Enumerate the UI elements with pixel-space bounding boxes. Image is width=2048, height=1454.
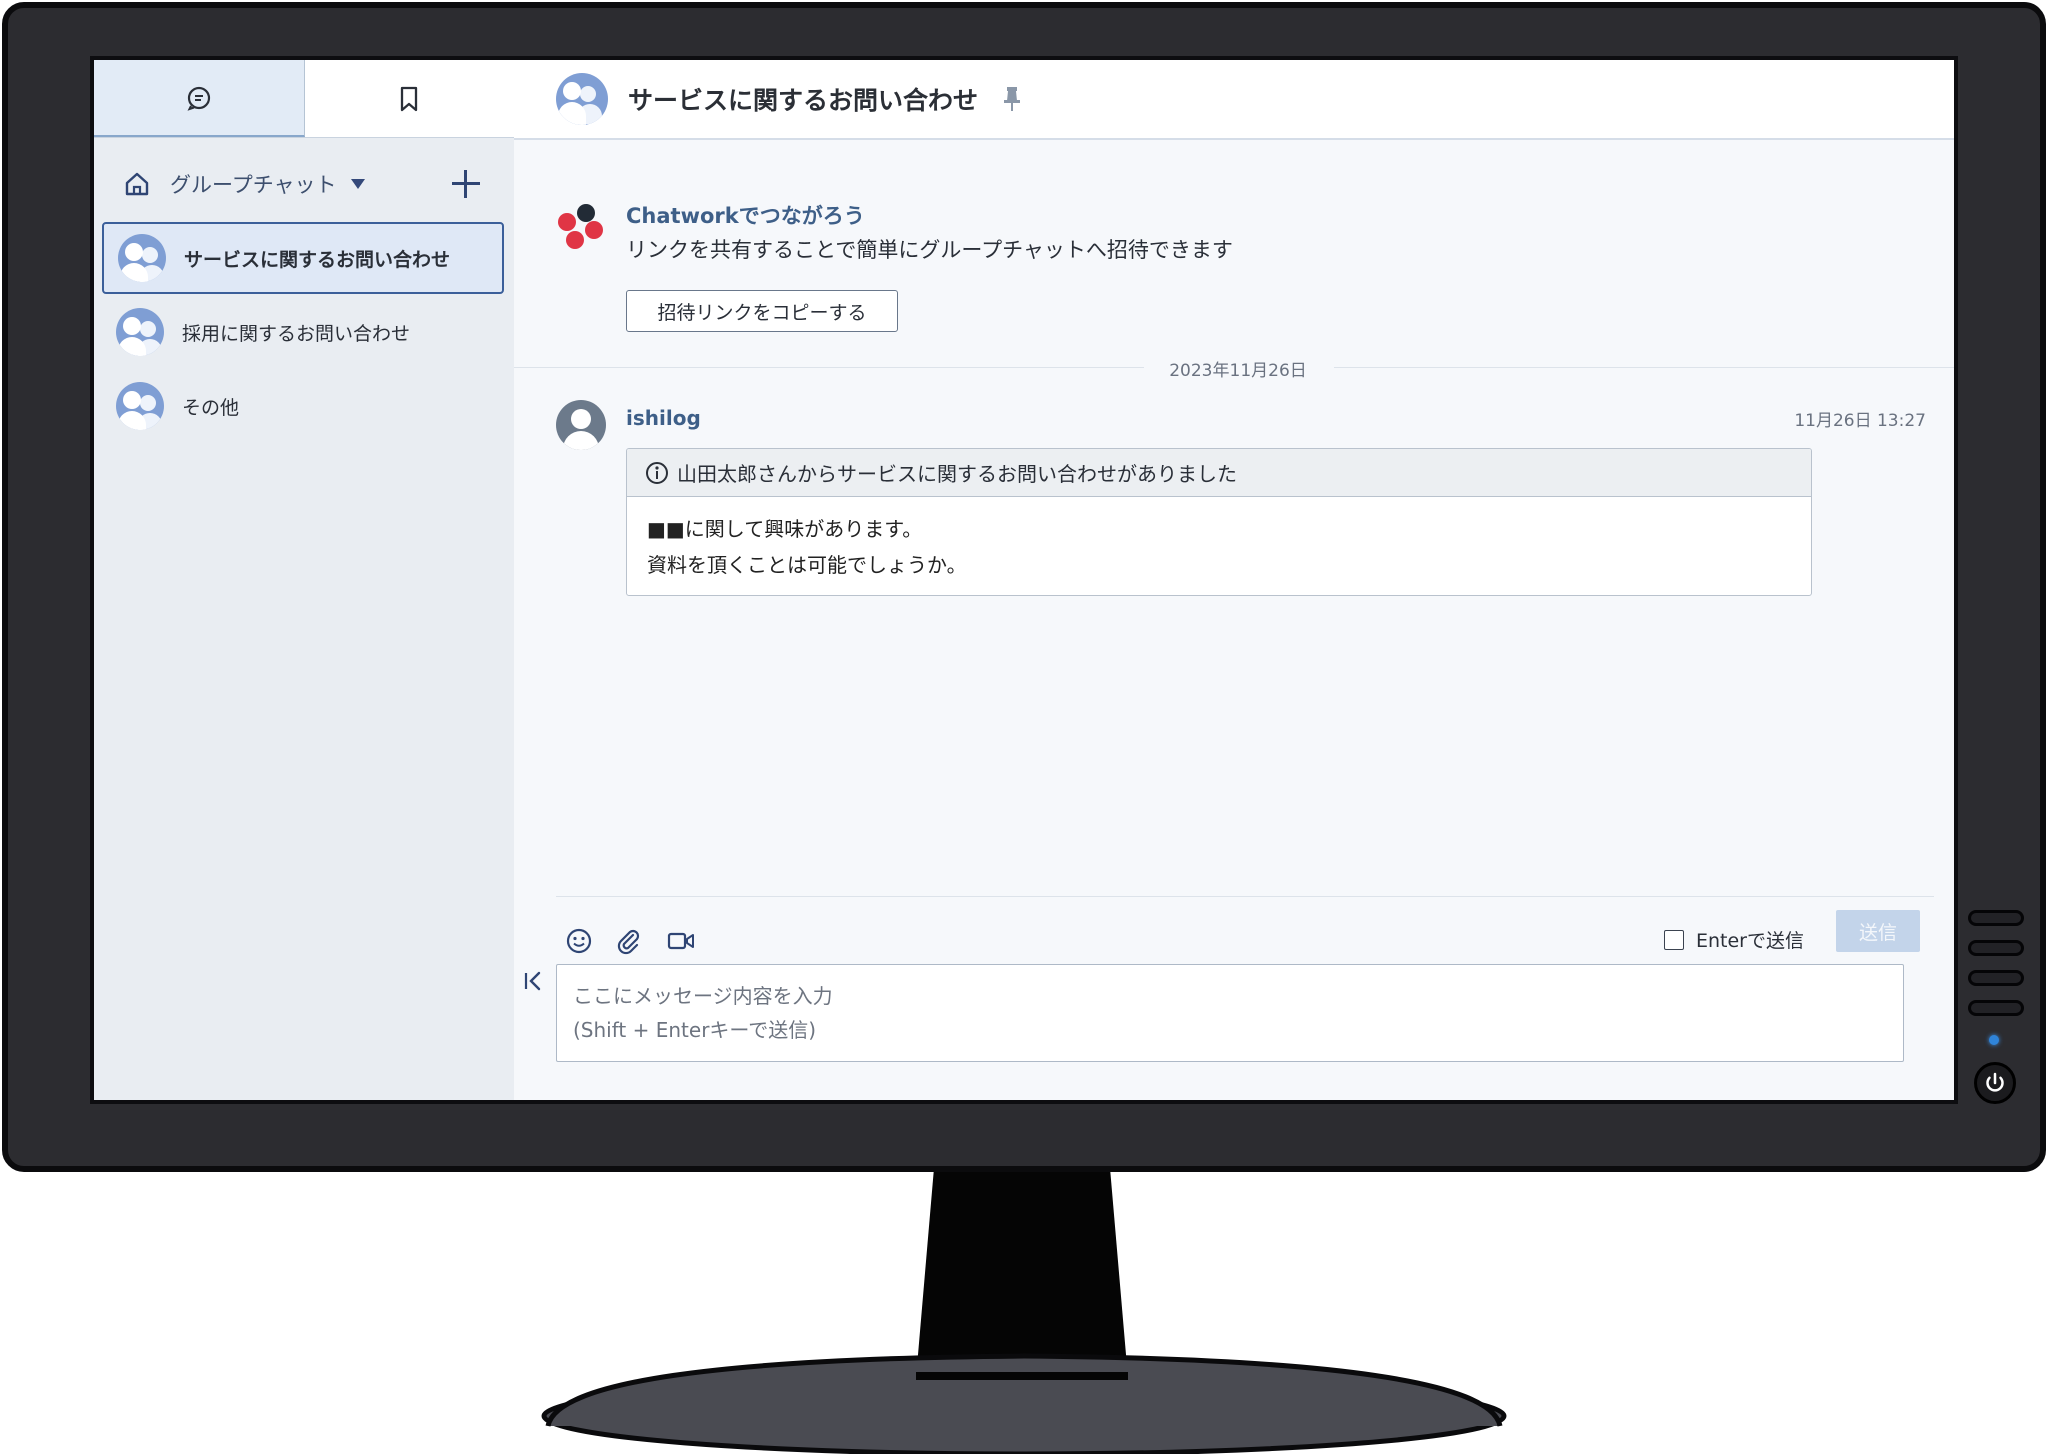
monitor-button[interactable] bbox=[1968, 940, 2024, 956]
group-avatar bbox=[116, 308, 164, 356]
info-box-title: 山田太郎さんからサービスに関するお問い合わせがありました bbox=[677, 462, 1237, 486]
category-dropdown[interactable]: グループチャット bbox=[170, 169, 337, 199]
invite-text: リンクを共有することで簡単にグループチャットへ招待できます bbox=[626, 238, 1233, 262]
room-item-label: サービスに関するお問い合わせ bbox=[184, 248, 451, 271]
bookmark-icon bbox=[401, 86, 418, 111]
screen: グループチャット サービスに関するお問い合わせ 採用に関するお問い合わせ その他… bbox=[90, 56, 1958, 1104]
attachment-icon bbox=[617, 929, 640, 955]
message-line: 資料を頂くことは可能でしょうか。 bbox=[647, 553, 967, 577]
monitor-button[interactable] bbox=[1968, 910, 2024, 926]
emoji-button[interactable] bbox=[564, 926, 594, 956]
message-input[interactable]: ここにメッセージ内容を入力 (Shift + Enterキーで送信) bbox=[556, 964, 1904, 1062]
group-avatar[interactable] bbox=[556, 73, 608, 125]
copy-invite-link-button[interactable]: 招待リンクをコピーする bbox=[626, 290, 898, 332]
info-box-header: 山田太郎さんからサービスに関するお問い合わせがありました bbox=[627, 449, 1811, 497]
power-button[interactable] bbox=[1974, 1062, 2016, 1104]
power-icon bbox=[1986, 1072, 2004, 1092]
message: ishilog 11月26日 13:27 山田太郎さんからサービスに関するお問い… bbox=[556, 400, 1926, 640]
group-avatar bbox=[118, 234, 166, 282]
room-item[interactable]: その他 bbox=[102, 370, 504, 442]
video-call-button[interactable] bbox=[666, 926, 696, 956]
group-avatar bbox=[116, 382, 164, 430]
tab-chats[interactable] bbox=[94, 60, 305, 137]
message-body: ■■に関して興味があります。 資料を頂くことは可能でしょうか。 bbox=[627, 497, 1811, 595]
info-icon bbox=[646, 461, 668, 484]
enter-to-send-checkbox[interactable] bbox=[1664, 929, 1684, 950]
chevron-down-icon[interactable] bbox=[350, 179, 365, 189]
category-header: グループチャット bbox=[122, 160, 502, 208]
monitor-button[interactable] bbox=[1968, 970, 2024, 986]
tab-bookmarks[interactable] bbox=[304, 60, 514, 137]
sidebar: グループチャット サービスに関するお問い合わせ 採用に関するお問い合わせ その他 bbox=[94, 60, 514, 1100]
chat-main: サービスに関するお問い合わせ Chatworkでつながろう リンクを共有すること… bbox=[514, 60, 1954, 1100]
monitor-button[interactable] bbox=[1968, 1000, 2024, 1016]
info-box: 山田太郎さんからサービスに関するお問い合わせがありました ■■に関して興味があり… bbox=[626, 448, 1812, 596]
message-sender[interactable]: ishilog bbox=[626, 406, 701, 430]
send-button[interactable]: 送信 bbox=[1836, 910, 1920, 952]
message-line: ■■に関して興味があります。 bbox=[647, 517, 923, 541]
video-call-icon bbox=[667, 932, 694, 950]
message-timestamp: 11月26日 13:27 bbox=[1794, 411, 1926, 431]
enter-to-send-label: Enterで送信 bbox=[1696, 930, 1804, 952]
room-item-label: 採用に関するお問い合わせ bbox=[182, 322, 411, 345]
collapse-sidebar-icon[interactable] bbox=[522, 968, 546, 994]
invite-title: Chatworkでつながろう bbox=[626, 204, 865, 228]
room-item[interactable]: サービスに関するお問い合わせ bbox=[102, 222, 504, 294]
invite-banner: Chatworkでつながろう リンクを共有することで簡単にグループチャットへ招待… bbox=[556, 190, 1356, 332]
chat-bubble-icon bbox=[187, 86, 210, 111]
emoji-icon bbox=[566, 928, 592, 954]
add-chat-button[interactable] bbox=[448, 166, 484, 202]
attach-file-button[interactable] bbox=[614, 926, 644, 956]
chatwork-logo-icon bbox=[558, 204, 603, 249]
pin-icon[interactable] bbox=[1002, 85, 1022, 113]
composer: Enterで送信 送信 ここにメッセージ内容を入力 (Shift + Enter… bbox=[514, 896, 1954, 1100]
room-title: サービスに関するお問い合わせ bbox=[628, 86, 979, 115]
room-header: サービスに関するお問い合わせ bbox=[514, 60, 1954, 140]
user-avatar[interactable] bbox=[556, 400, 606, 450]
room-item[interactable]: 採用に関するお問い合わせ bbox=[102, 296, 504, 368]
date-separator-text: 2023年11月26日 bbox=[1169, 361, 1307, 381]
power-led bbox=[1989, 1035, 1999, 1045]
enter-to-send-option: Enterで送信 bbox=[1664, 926, 1804, 953]
home-icon[interactable] bbox=[122, 169, 152, 199]
room-item-label: その他 bbox=[182, 396, 240, 419]
date-separator: 2023年11月26日 bbox=[514, 356, 1954, 381]
sidebar-tabs bbox=[94, 60, 514, 138]
